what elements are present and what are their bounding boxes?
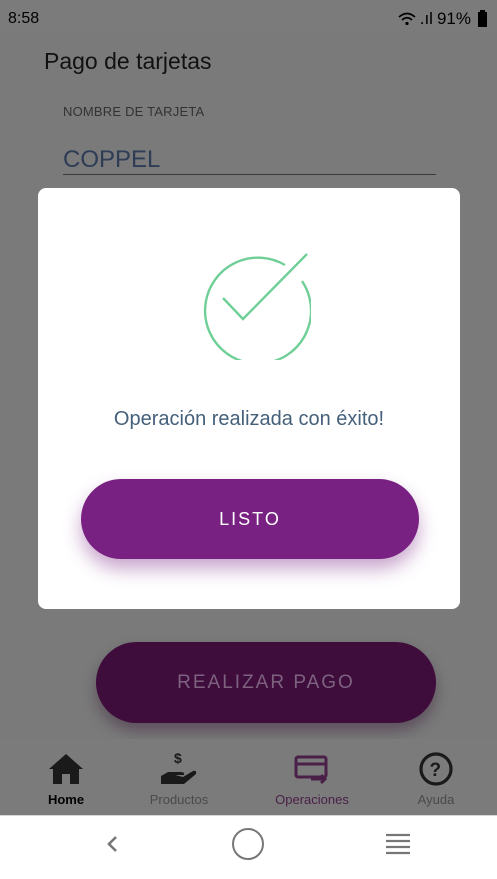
battery-level: 91% bbox=[436, 9, 471, 28]
make-payment-button[interactable]: REALIZAR PAGO bbox=[96, 642, 436, 723]
hand-dollar-icon: $ bbox=[159, 749, 199, 789]
card-name-label: NOMBRE DE TARJETA bbox=[63, 104, 205, 119]
tab-home-label: Home bbox=[47, 792, 85, 807]
tab-products-label: Productos bbox=[149, 792, 209, 807]
menu-lines-icon bbox=[386, 833, 410, 855]
help-icon: ? bbox=[418, 749, 454, 789]
tab-products[interactable]: $ Productos bbox=[139, 739, 219, 815]
system-nav-bar bbox=[0, 815, 497, 871]
status-bar: 8:58 .ıl 91% bbox=[0, 0, 497, 34]
tab-help[interactable]: ? Ayuda bbox=[406, 739, 466, 815]
home-circle-icon bbox=[232, 828, 264, 860]
check-circle-icon bbox=[203, 253, 311, 360]
home-nav-button[interactable] bbox=[226, 816, 270, 872]
wifi-icon bbox=[398, 12, 416, 26]
tab-home[interactable]: Home bbox=[36, 739, 96, 815]
done-button[interactable]: LISTO bbox=[81, 479, 419, 559]
battery-icon bbox=[478, 9, 487, 27]
tab-help-label: Ayuda bbox=[417, 792, 455, 807]
field-underline bbox=[63, 174, 436, 175]
page-title: Pago de tarjetas bbox=[44, 48, 212, 74]
bottom-tab-bar: Home $ Productos Operaciones ? Ayuda bbox=[0, 739, 497, 815]
card-name-field[interactable]: COPPEL bbox=[63, 146, 160, 174]
svg-text:$: $ bbox=[174, 750, 182, 766]
success-message: Operación realizada con éxito! bbox=[113, 408, 385, 430]
chevron-left-icon bbox=[107, 836, 117, 852]
signal-icon: .ıl bbox=[419, 9, 433, 28]
recent-apps-nav-button[interactable] bbox=[376, 816, 420, 872]
status-time: 8:58 bbox=[8, 10, 40, 27]
tab-operations[interactable]: Operaciones bbox=[262, 739, 362, 815]
card-transfer-icon bbox=[293, 749, 331, 789]
home-icon bbox=[47, 749, 85, 789]
svg-text:?: ? bbox=[430, 760, 442, 781]
status-indicators: .ıl 91% bbox=[398, 9, 487, 29]
back-nav-button[interactable] bbox=[90, 816, 134, 872]
success-dialog: Operación realizada con éxito! LISTO bbox=[38, 188, 460, 609]
phone-screen: 8:58 .ıl 91% Pago de tarjetas NOMBRE DE … bbox=[0, 0, 497, 879]
tab-operations-label: Operaciones bbox=[275, 792, 349, 807]
